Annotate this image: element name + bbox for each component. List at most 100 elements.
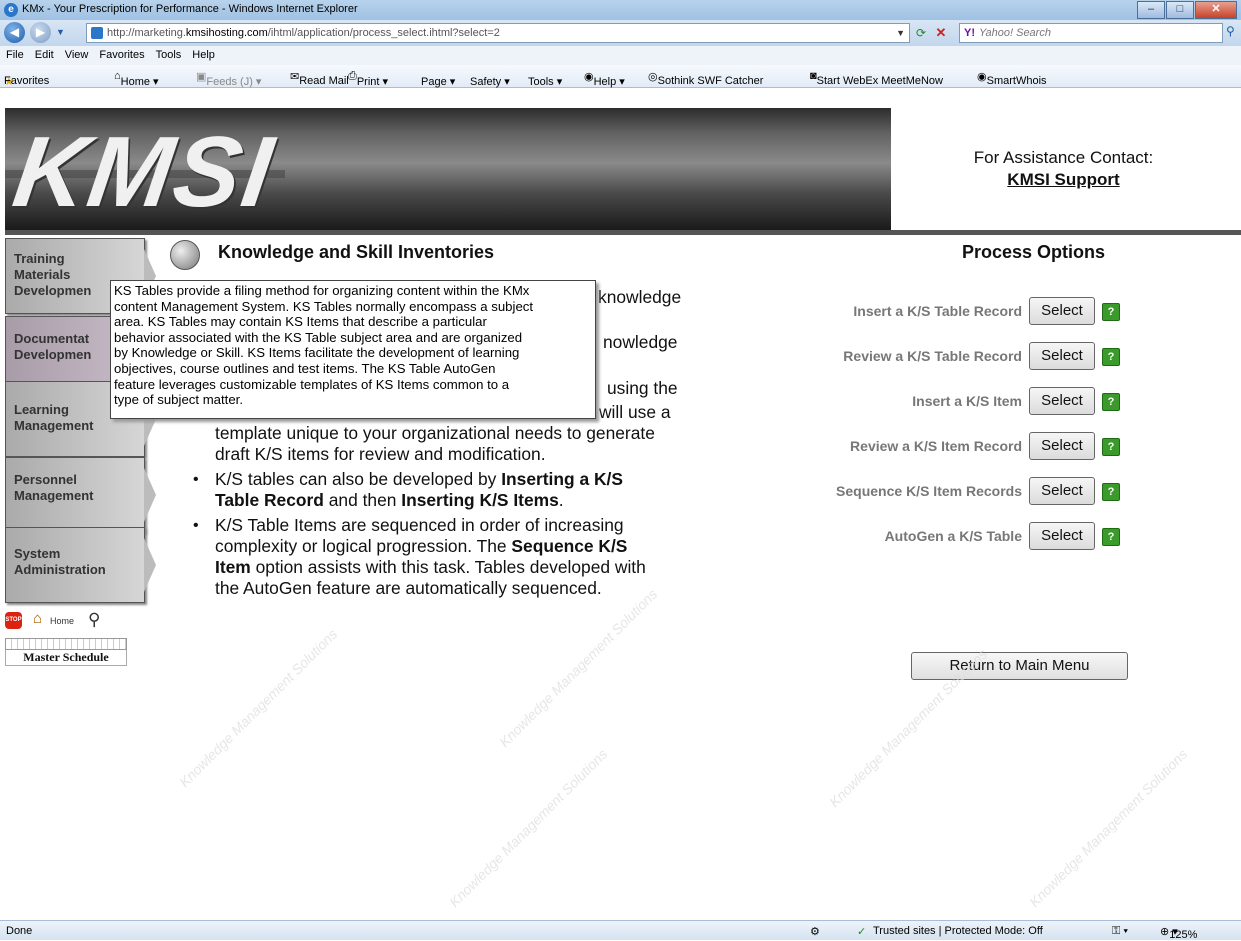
option-row: Review a K/S Item Record Select ?: [780, 430, 1160, 460]
assistance-text: For Assistance Contact:: [973, 148, 1154, 167]
address-dropdown-icon[interactable]: ▼: [896, 24, 905, 42]
yahoo-icon: Y!: [964, 27, 975, 39]
help-icon[interactable]: ?: [1102, 438, 1120, 456]
favorites-label: Favorites: [4, 75, 50, 87]
menu-help[interactable]: Help: [186, 46, 220, 61]
select-insert-item-button[interactable]: Select: [1029, 387, 1095, 415]
command-bar: ★ Favorites ⌂ Home ▾ ▣ Feeds (J) ▾ ✉ Rea…: [0, 65, 1241, 88]
address-toolbar: ◀ ▶ ▼ http://marketing.kmsihosting.com/i…: [0, 20, 1241, 46]
protected-mode-icon[interactable]: ⚿ ▾: [1112, 925, 1128, 938]
cmd-print[interactable]: ⎙ Print ▾: [348, 70, 388, 88]
checkmark-icon: ✓: [857, 926, 867, 938]
cmd-sothink[interactable]: ◎ Sothink SWF Catcher: [648, 70, 763, 87]
search-placeholder: Yahoo! Search: [979, 27, 1051, 39]
option-row: AutoGen a K/S Table Select ?: [780, 520, 1160, 550]
header-divider: [5, 230, 1241, 235]
select-insert-table-record-button[interactable]: Select: [1029, 297, 1095, 325]
address-input[interactable]: http://marketing.kmsihosting.com/ihtml/a…: [86, 23, 910, 43]
zoom-level[interactable]: ⊕ 125% ▾: [1160, 925, 1197, 941]
option-label: Insert a K/S Table Record: [853, 303, 1022, 319]
tooltip-line: content Management System. KS Tables nor…: [114, 298, 534, 314]
stop-sign-icon[interactable]: STOP: [5, 612, 22, 629]
tooltip-line: by Knowledge or Skill. KS Items facilita…: [114, 345, 520, 361]
ks-tables-tooltip: KS Tables provide a filing method for or…: [110, 280, 596, 419]
help-icon[interactable]: ?: [1102, 528, 1120, 546]
select-review-table-record-button[interactable]: Select: [1029, 342, 1095, 370]
home-label: Home: [50, 616, 75, 626]
watermark-text: Knowledge Management Solutions: [446, 745, 611, 911]
menu-view[interactable]: View: [59, 46, 94, 61]
privacy-icon[interactable]: ⚙: [810, 925, 820, 938]
assistance-panel: For Assistance Contact: KMSI Support: [891, 108, 1236, 230]
menu-bar: File Edit View Favorites Tools Help: [0, 46, 1241, 65]
cmd-feeds[interactable]: ▣ Feeds (J) ▾: [196, 70, 261, 88]
window-titlebar: e KMx - Your Prescription for Performanc…: [0, 0, 1241, 21]
master-schedule-link[interactable]: Master Schedule: [5, 638, 127, 668]
forward-button[interactable]: ▶: [30, 22, 51, 43]
kmsi-banner: KMSI: [5, 108, 891, 230]
tooltip-line: objectives, course outlines and test ite…: [114, 360, 496, 376]
maximize-button[interactable]: □: [1166, 1, 1194, 19]
sidebar-tab-system-admin[interactable]: System Administration: [5, 527, 156, 603]
cmd-read-mail[interactable]: ✉ Read Mail: [290, 70, 349, 87]
home-icon[interactable]: ⌂ Home: [33, 610, 74, 627]
close-button[interactable]: ✕: [1195, 1, 1237, 19]
help-icon[interactable]: ?: [1102, 348, 1120, 366]
schedule-ruler-icon: [5, 638, 127, 650]
window-title: KMx - Your Prescription for Performance …: [22, 3, 358, 15]
sidebar-tab-personnel[interactable]: Personnel Management: [5, 457, 156, 533]
option-label: Insert a K/S Item: [912, 393, 1022, 409]
process-options-title: Process Options: [962, 242, 1106, 262]
cmd-help[interactable]: ◉ Help ▾: [584, 70, 625, 88]
status-bar: Done ⚙ ✓ Trusted sites | Protected Mode:…: [0, 920, 1241, 941]
page-icon: [91, 27, 103, 39]
return-main-menu-button[interactable]: Return to Main Menu: [911, 652, 1128, 680]
url-path: /ihtml/application/process_select.ihtml?…: [267, 27, 500, 39]
master-schedule-label: Master Schedule: [5, 650, 127, 666]
ie-logo-icon: e: [4, 3, 18, 17]
magnifier-icon[interactable]: ⚲: [88, 610, 100, 630]
help-icon[interactable]: ?: [1102, 393, 1120, 411]
url-prefix: http://marketing.: [107, 27, 186, 39]
option-label: Sequence K/S Item Records: [836, 483, 1022, 499]
page-heading: Knowledge and Skill Inventories: [218, 242, 495, 262]
menu-tools[interactable]: Tools: [150, 46, 187, 61]
tooltip-line: behavior associated with the KS Table su…: [114, 329, 523, 345]
cmd-smartwhois[interactable]: ◉ SmartWhois: [977, 70, 1047, 87]
stop-icon[interactable]: ✕: [932, 24, 950, 42]
select-sequence-item-records-button[interactable]: Select: [1029, 477, 1095, 505]
menu-file[interactable]: File: [0, 46, 29, 61]
select-review-item-record-button[interactable]: Select: [1029, 432, 1095, 460]
url-domain: kmsihosting.com: [185, 27, 268, 39]
watermark-text: Knowledge Management Solutions: [176, 625, 341, 791]
knowledge-icon: [170, 240, 200, 270]
option-row: Sequence K/S Item Records Select ?: [780, 475, 1160, 505]
select-autogen-table-button[interactable]: Select: [1029, 522, 1095, 550]
help-icon[interactable]: ?: [1102, 303, 1120, 321]
tooltip-line: feature leverages customizable templates…: [114, 376, 510, 392]
option-label: AutoGen a K/S Table: [884, 528, 1022, 544]
search-input[interactable]: Y! Yahoo! Search: [959, 23, 1223, 43]
help-icon[interactable]: ?: [1102, 483, 1120, 501]
option-row: Insert a K/S Item Select ?: [780, 385, 1160, 415]
refresh-icon[interactable]: ⟳: [912, 24, 930, 42]
option-label: Review a K/S Table Record: [843, 348, 1022, 364]
search-icon[interactable]: ⚲: [1226, 24, 1235, 38]
security-zone[interactable]: Trusted sites | Protected Mode: Off: [873, 925, 1043, 937]
kmsi-support-link[interactable]: KMSI Support: [891, 170, 1236, 190]
history-dropdown-icon[interactable]: ▼: [56, 27, 65, 37]
menu-favorites[interactable]: Favorites: [93, 46, 149, 61]
option-row: Review a K/S Table Record Select ?: [780, 340, 1160, 370]
menu-edit[interactable]: Edit: [29, 46, 59, 61]
tooltip-line: KS Tables provide a filing method for or…: [114, 283, 530, 298]
cmd-webex[interactable]: ◙ Start WebEx MeetMeNow: [810, 70, 943, 87]
cmd-home[interactable]: ⌂ Home ▾: [114, 70, 159, 88]
page-top-spacer: [0, 88, 1241, 108]
tooltip-line: area. KS Tables may contain KS Items tha…: [114, 314, 487, 330]
option-row: Insert a K/S Table Record Select ?: [780, 295, 1160, 325]
back-button[interactable]: ◀: [4, 22, 25, 43]
watermark-text: Knowledge Management Solutions: [496, 585, 661, 751]
minimize-button[interactable]: –: [1137, 1, 1165, 19]
status-text: Done: [6, 925, 33, 937]
kmsi-logo: KMSI: [7, 116, 281, 228]
